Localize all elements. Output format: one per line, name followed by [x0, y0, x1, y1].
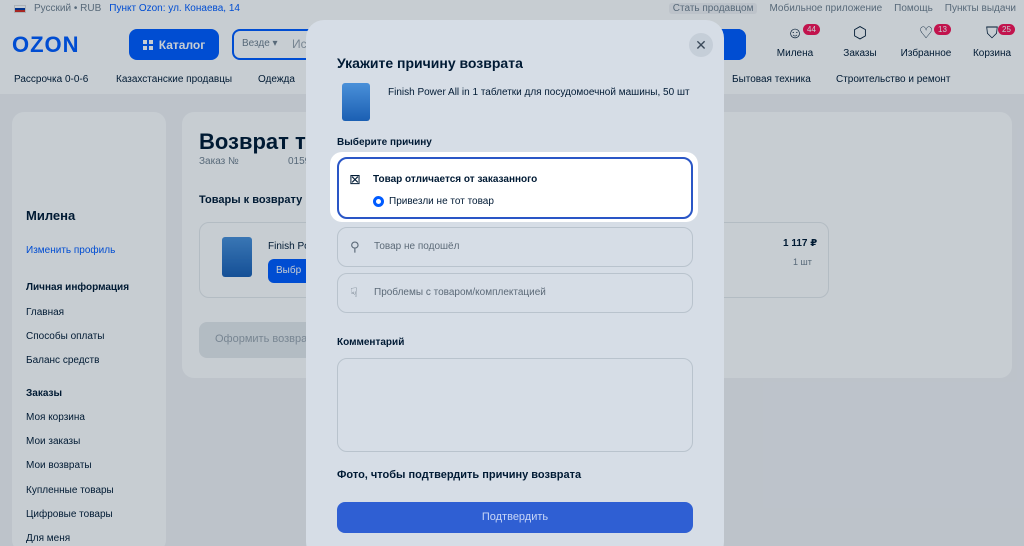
- photo-heading: Фото, чтобы подтвердить причину возврата: [337, 469, 582, 481]
- hanger-icon: ⚲: [350, 239, 360, 254]
- confirm-button[interactable]: Подтвердить: [337, 502, 693, 533]
- comment-heading: Комментарий: [337, 337, 405, 348]
- radio-selected[interactable]: [373, 196, 384, 207]
- package-x-icon: ⊠: [349, 171, 361, 187]
- reason-defect[interactable]: ☟ Проблемы с товаром/комплектацией: [337, 273, 693, 313]
- modal-product-name: Finish Power All in 1 таблетки для посуд…: [388, 87, 690, 98]
- modal-title: Укажите причину возврата: [337, 55, 523, 71]
- thumbs-down-icon: ☟: [350, 285, 358, 300]
- choose-reason-heading: Выберите причину: [337, 137, 432, 148]
- selected-reason-label: Товар отличается от заказанного: [373, 174, 538, 185]
- reason-label: Товар не подошёл: [374, 241, 460, 252]
- return-reason-modal: ✕ Укажите причину возврата Finish Power …: [306, 20, 724, 546]
- modal-product-image: [342, 83, 370, 121]
- comment-textarea[interactable]: [337, 358, 693, 452]
- reason-not-suitable[interactable]: ⚲ Товар не подошёл: [337, 227, 693, 267]
- reason-label: Проблемы с товаром/комплектацией: [374, 287, 546, 298]
- close-icon[interactable]: ✕: [689, 33, 713, 57]
- reason-wrong-item[interactable]: ⊠ Товар отличается от заказанного Привез…: [337, 157, 693, 219]
- selected-subreason-label[interactable]: Привезли не тот товар: [389, 196, 494, 207]
